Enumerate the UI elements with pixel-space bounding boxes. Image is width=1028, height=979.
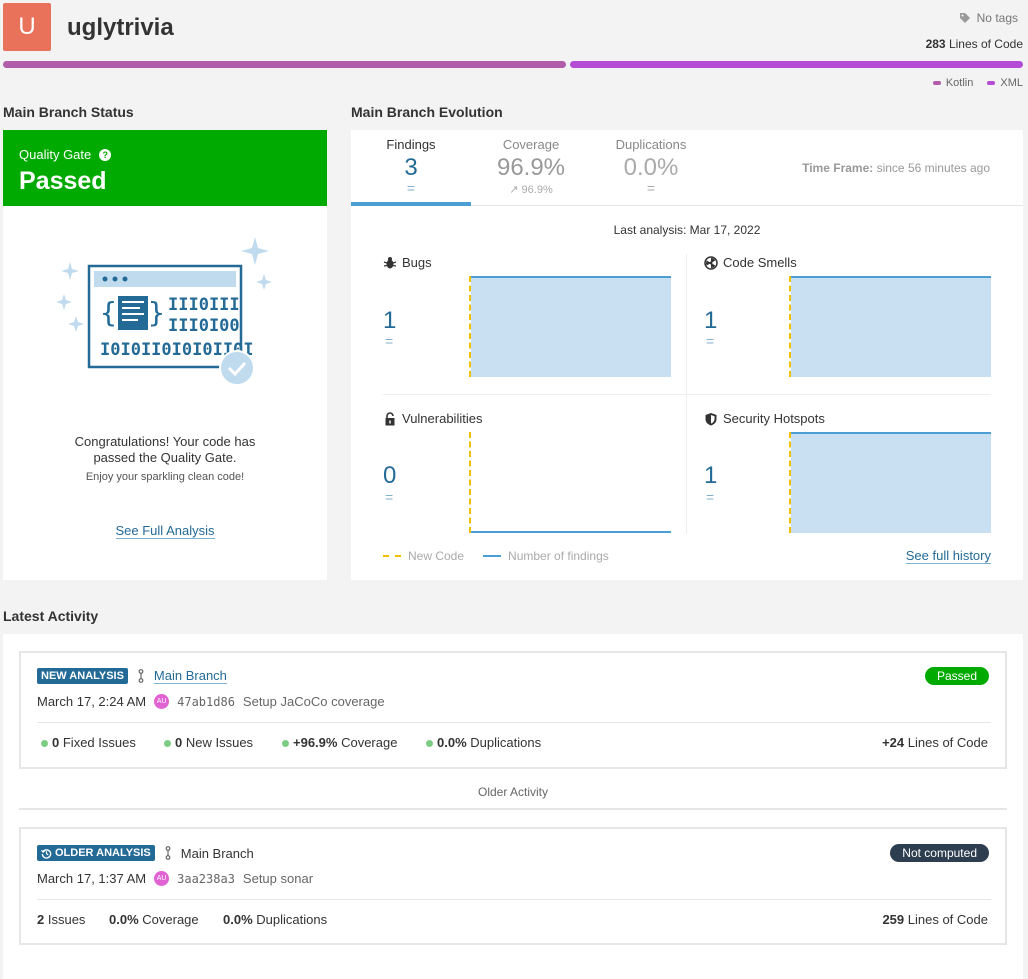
legend-findings-label: Number of findings <box>508 549 609 563</box>
language-legend: Kotlin XML <box>932 77 1023 89</box>
code-smells-chart-area <box>791 276 991 377</box>
security-hotspots-new-code-line <box>789 432 791 533</box>
older-analysis-branch: Main Branch <box>180 845 254 861</box>
new-analysis-duplications[interactable]: 0.0% Duplications <box>426 735 541 750</box>
legend-xml: XML <box>987 77 1023 89</box>
older-analysis-lines-of-code: 259 Lines of Code <box>882 912 988 927</box>
older-analysis-duplications[interactable]: 0.0% Duplications <box>223 912 327 927</box>
bug-icon <box>383 256 397 268</box>
bugs-chart-area <box>471 276 671 377</box>
older-analysis-commit-message: Setup sonar <box>242 871 314 886</box>
activity-heading: Latest Activity <box>3 608 99 624</box>
new-analysis-header: NEW ANALYSIS Main Branch <box>37 668 227 684</box>
bugs-new-code-line <box>469 276 471 377</box>
svg-text:}: } <box>148 296 165 329</box>
grid-divider-horizontal <box>383 394 991 395</box>
security-hotspots-delta: = <box>706 489 715 505</box>
older-analysis-issues[interactable]: 2 Issues <box>37 912 85 927</box>
older-analysis-meta: March 17, 1:37 AM AU 3aa238a3 Setup sona… <box>37 871 313 886</box>
svg-text:{: { <box>100 296 117 329</box>
code-smells-delta: = <box>706 333 715 349</box>
new-analysis-lines-of-code: +24 Lines of Code <box>882 735 988 750</box>
tab-coverage[interactable]: Coverage 96.9% ↗ 96.9% <box>471 130 591 206</box>
see-full-history-link[interactable]: See full history <box>905 548 991 564</box>
new-analysis-meta: March 17, 2:24 AM AU 47ab1d86 Setup JaCo… <box>37 694 385 709</box>
shield-icon <box>705 412 717 425</box>
avatar: AU <box>154 871 170 886</box>
project-name[interactable]: uglytrivia <box>67 14 174 42</box>
bugs-delta: = <box>385 333 394 349</box>
language-bar-kotlin <box>3 61 566 68</box>
security-hotspots-value[interactable]: 1 <box>704 462 717 490</box>
lines-of-code: 283 Lines of Code <box>925 37 1023 51</box>
older-analysis-badge: OLDER ANALYSIS <box>37 845 155 861</box>
code-illustration: { } III0III III0I00 I0I0II0I0I0II0I <box>56 237 272 386</box>
project-avatar: U <box>3 3 51 51</box>
new-analysis-fixed-issues[interactable]: 0 Fixed Issues <box>41 735 136 750</box>
branch-icon <box>138 669 144 683</box>
older-analysis-divider <box>37 899 991 900</box>
history-icon <box>41 848 52 859</box>
full-analysis-wrapper: See Full Analysis <box>3 523 327 539</box>
tag-icon <box>959 13 970 23</box>
legend-findings-swatch <box>483 555 502 557</box>
older-analysis-header: OLDER ANALYSIS Main Branch <box>37 845 254 861</box>
branch-icon <box>165 846 171 860</box>
new-analysis-status-badge: Passed <box>924 667 989 685</box>
quality-gate-box: Quality Gate? Passed <box>3 130 327 206</box>
vulnerabilities-value[interactable]: 0 <box>383 462 396 490</box>
status-heading: Main Branch Status <box>3 104 134 120</box>
older-analysis-status-badge: Not computed <box>890 844 989 862</box>
time-frame: Time Frame: since 56 minutes ago <box>802 161 990 175</box>
new-analysis-commit-hash[interactable]: 47ab1d86 <box>177 695 235 709</box>
older-analysis-date: March 17, 1:37 AM <box>37 871 147 886</box>
vulnerabilities-chart-line <box>471 531 671 533</box>
legend-new-code-swatch <box>383 555 401 557</box>
vulnerabilities-delta: = <box>385 489 394 505</box>
enjoy-text: Enjoy your sparkling clean code! <box>85 471 245 483</box>
bugs-label: Bugs <box>383 255 432 270</box>
tab-duplications[interactable]: Duplications 0.0% = <box>591 130 711 206</box>
older-activity-divider <box>19 808 1007 810</box>
language-bar-xml <box>570 61 1023 68</box>
full-history-wrapper: See full history <box>905 548 991 564</box>
svg-text:III0III: III0III <box>168 295 240 315</box>
last-analysis: Last analysis: Mar 17, 2022 <box>613 223 761 237</box>
chart-legend: New Code Number of findings <box>383 549 609 563</box>
bugs-value[interactable]: 1 <box>383 307 396 335</box>
tab-findings[interactable]: Findings 3 = <box>351 130 471 206</box>
evolution-heading: Main Branch Evolution <box>351 104 503 120</box>
new-analysis-date: March 17, 2:24 AM <box>37 694 147 709</box>
new-analysis-new-issues[interactable]: 0 New Issues <box>164 735 253 750</box>
legend-kotlin: Kotlin <box>932 77 973 89</box>
new-analysis-divider <box>37 722 991 723</box>
see-full-analysis-link[interactable]: See Full Analysis <box>115 523 215 539</box>
older-analysis-coverage[interactable]: 0.0% Coverage <box>109 912 199 927</box>
code-smells-new-code-line <box>789 276 791 377</box>
security-hotspots-label: Security Hotspots <box>704 411 825 426</box>
code-smells-value[interactable]: 1 <box>704 307 717 335</box>
congrats-text: Congratulations! Your code has passed the… <box>74 434 256 465</box>
legend-new-code-label: New Code <box>408 549 465 563</box>
tags-area[interactable]: No tags <box>959 11 1018 25</box>
older-activity-label: Older Activity <box>477 785 549 799</box>
older-analysis-commit-hash[interactable]: 3aa238a3 <box>177 872 235 886</box>
quality-gate-label: Quality Gate <box>19 147 92 162</box>
code-smells-label: Code Smells <box>704 255 797 270</box>
quality-gate-status: Passed <box>19 167 107 195</box>
svg-text:III0I00: III0I00 <box>168 316 240 336</box>
avatar: AU <box>154 694 170 709</box>
lock-icon <box>385 411 395 425</box>
help-icon[interactable]: ? <box>99 148 112 161</box>
new-analysis-badge: NEW ANALYSIS <box>37 668 128 684</box>
tags-label: No tags <box>976 11 1018 25</box>
security-hotspots-chart-area <box>791 432 991 533</box>
new-analysis-commit-message: Setup JaCoCo coverage <box>242 694 385 709</box>
new-analysis-coverage[interactable]: +96.9% Coverage <box>282 735 397 750</box>
vulnerabilities-new-code-line <box>469 432 471 533</box>
vulnerabilities-label: Vulnerabilities <box>383 411 482 426</box>
evolution-tabs: Findings 3 = Coverage 96.9% ↗ 96.9% Dupl… <box>351 130 1023 206</box>
new-analysis-branch-link[interactable]: Main Branch <box>153 668 227 684</box>
code-smell-icon <box>704 255 718 270</box>
